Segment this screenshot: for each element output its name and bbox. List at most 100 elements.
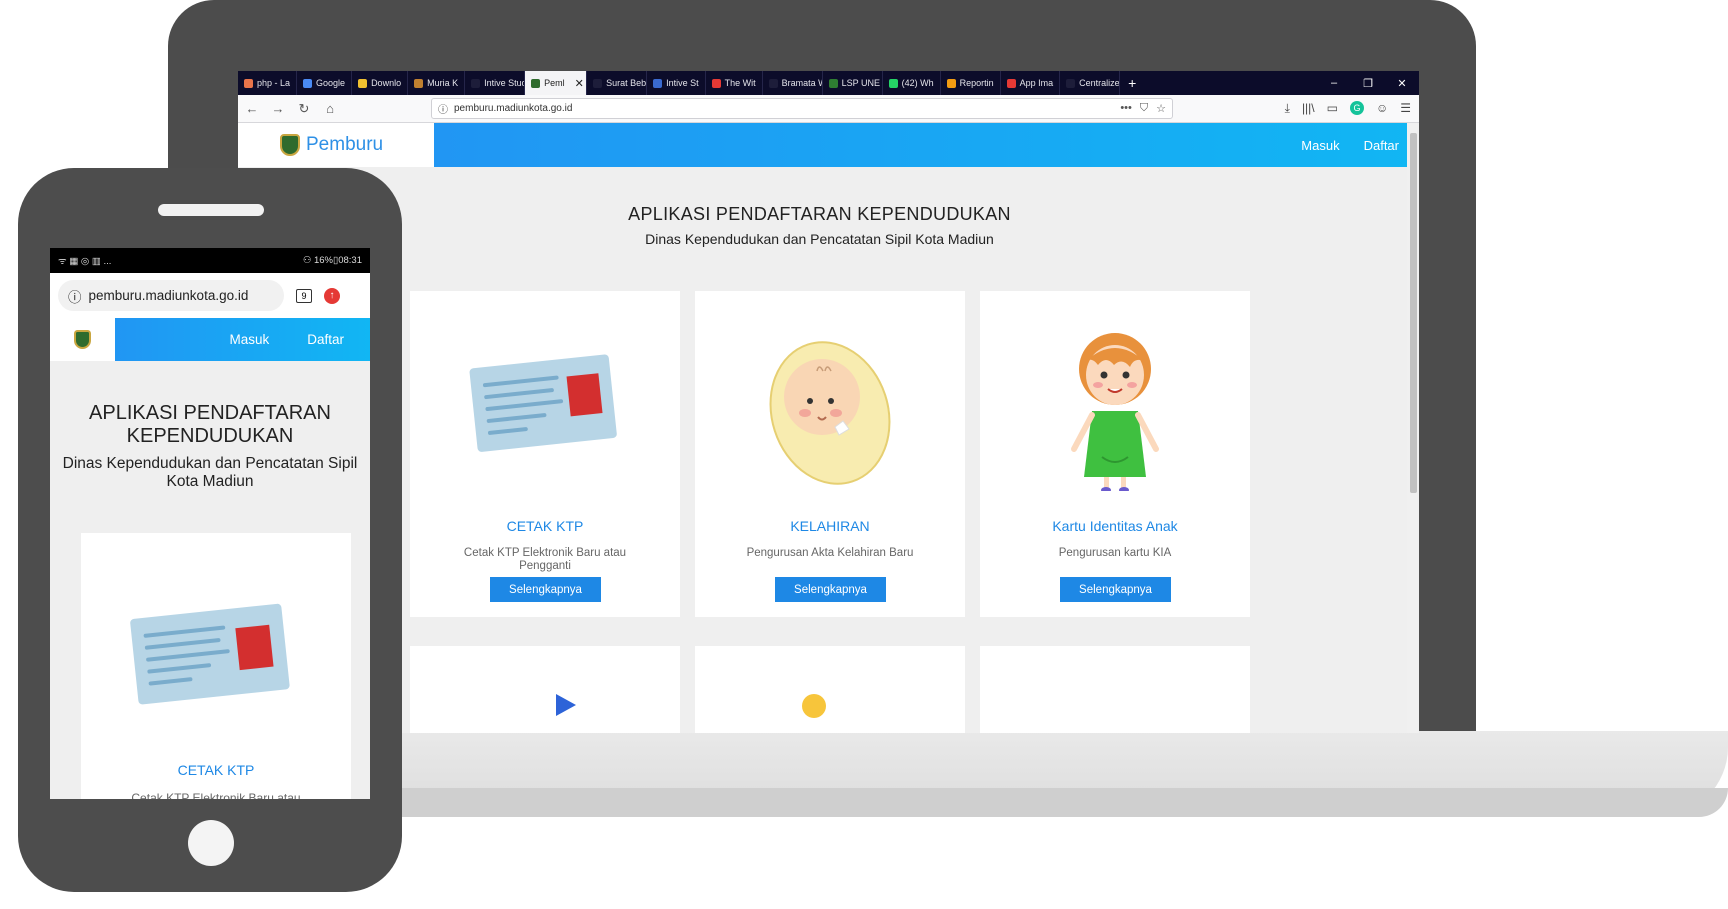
new-tab-button[interactable]: + bbox=[1120, 75, 1144, 91]
card-title: KELAHIRAN bbox=[790, 518, 870, 534]
status-icons-right: ⚇ 16%▯08:31 bbox=[302, 255, 362, 266]
tab-count-button[interactable]: 9 bbox=[296, 288, 312, 303]
phone-home-button[interactable] bbox=[188, 820, 234, 866]
scroll-thumb[interactable] bbox=[1410, 133, 1417, 493]
browser-tab[interactable]: App Ima bbox=[1001, 71, 1061, 95]
tab-favicon-icon bbox=[471, 78, 481, 88]
browser-tab[interactable]: Peml ✕ bbox=[525, 71, 588, 95]
tab-label: The Wit bbox=[724, 78, 756, 88]
tab-label: php - La bbox=[257, 78, 291, 88]
toolbar-icons: ⤓ |||\ ▭ G ☺ ☰ bbox=[1285, 101, 1411, 116]
register-link[interactable]: Daftar bbox=[1364, 138, 1399, 153]
browser-tab[interactable]: Reportin bbox=[941, 71, 1001, 95]
phone-page-subtitle: Dinas Kependudukan dan Pencatatan Sipil … bbox=[62, 455, 358, 490]
tab-favicon-icon bbox=[303, 78, 313, 88]
service-card-birth: KELAHIRAN Pengurusan Akta Kelahiran Baru… bbox=[695, 291, 965, 617]
browser-tab[interactable]: Muria K bbox=[408, 71, 466, 95]
login-link[interactable]: Masuk bbox=[1301, 138, 1339, 153]
phone-url-text: pemburu.madiunkota.go.id bbox=[88, 288, 249, 303]
update-icon[interactable]: ↑ bbox=[324, 287, 340, 304]
tab-label: Muria K bbox=[427, 78, 459, 88]
tab-favicon-icon bbox=[946, 78, 956, 88]
tab-label: Surat Bebas bbox=[606, 78, 647, 88]
card-title: CETAK KTP bbox=[506, 518, 584, 534]
browser-tab[interactable]: Google bbox=[297, 71, 353, 95]
madiun-emblem-icon bbox=[280, 134, 300, 156]
card-title: Kartu Identitas Anak bbox=[1052, 518, 1178, 534]
baby-icon bbox=[769, 341, 891, 485]
browser-tab[interactable]: Bramata Wi bbox=[763, 71, 823, 95]
header-nav: Masuk Daftar bbox=[434, 123, 1419, 167]
card-detail-button[interactable]: Selengkapnya bbox=[490, 577, 601, 602]
reload-icon[interactable]: ↻ bbox=[296, 101, 312, 117]
home-icon[interactable]: ⌂ bbox=[322, 101, 338, 116]
phone-address-bar[interactable]: ⓘ pemburu.madiunkota.go.id bbox=[58, 280, 284, 311]
info-icon[interactable]: ⓘ bbox=[438, 101, 448, 116]
tab-label: Reportin bbox=[959, 78, 994, 88]
restore-button[interactable]: ❐ bbox=[1351, 77, 1385, 90]
tab-favicon-icon bbox=[888, 78, 898, 88]
browser-tab[interactable]: Surat Bebas bbox=[587, 71, 648, 95]
phone-site-logo[interactable] bbox=[50, 318, 115, 361]
site-logo[interactable]: Pemburu bbox=[238, 123, 434, 167]
url-actions: ••• ⛉ ☆ bbox=[1120, 102, 1166, 115]
browser-tab[interactable]: (42) Wh bbox=[883, 71, 941, 95]
browser-tab[interactable]: Intive St bbox=[647, 71, 706, 95]
phone-address-row: ⓘ pemburu.madiunkota.go.id 9 ↑ bbox=[50, 273, 370, 318]
grammarly-icon[interactable]: G bbox=[1349, 101, 1364, 115]
minimize-button[interactable]: – bbox=[1317, 77, 1351, 90]
tab-favicon-icon bbox=[414, 78, 424, 88]
menu-icon[interactable]: ☰ bbox=[1400, 101, 1411, 116]
tab-favicon-icon bbox=[711, 78, 721, 88]
site-brand: Pemburu bbox=[306, 134, 384, 155]
tab-label: Centralize H bbox=[1079, 78, 1120, 88]
child-icon bbox=[1071, 333, 1159, 491]
browser-tab[interactable]: Intive Studio bbox=[465, 71, 526, 95]
phone-page-title: APLIKASI PENDAFTARAN KEPENDUDUKAN bbox=[89, 402, 331, 447]
page-actions-icon[interactable]: ••• bbox=[1120, 102, 1132, 115]
back-icon[interactable]: ← bbox=[244, 101, 260, 116]
browser-tab[interactable]: LSP UNE bbox=[823, 71, 883, 95]
browser-tab-bar: php - La Google Downlo Muria K Intive Studio… bbox=[238, 71, 1419, 95]
browser-nav-bar: ← → ↻ ⌂ ⓘ pemburu.madiunkota.go.id ••• ⛉… bbox=[238, 95, 1419, 123]
page-subtitle: Dinas Kependudukan dan Pencatatan Sipil … bbox=[645, 231, 994, 247]
forward-icon[interactable]: → bbox=[270, 101, 286, 116]
browser-tab[interactable]: Centralize H bbox=[1060, 71, 1121, 95]
browser-tab[interactable]: php - La bbox=[238, 71, 298, 95]
tab-label: Bramata Wi bbox=[781, 78, 822, 88]
page-scrollbar[interactable] bbox=[1407, 123, 1419, 733]
laptop-base-shadow bbox=[180, 788, 1728, 817]
card-description: Pengurusan Akta Kelahiran Baru bbox=[746, 547, 914, 559]
tab-favicon-icon bbox=[244, 78, 253, 88]
page-content: APLIKASI PENDAFTARAN KEPENDUDUKAN Dinas … bbox=[238, 167, 1419, 733]
tab-favicon-icon bbox=[768, 78, 778, 88]
close-window-button[interactable]: ✕ bbox=[1385, 77, 1419, 90]
laptop-screen: php - La Google Downlo Muria K Intive Studio… bbox=[238, 71, 1419, 733]
pocket-icon[interactable]: ⛉ bbox=[1140, 102, 1148, 115]
window-controls: – ❐ ✕ bbox=[1317, 77, 1419, 90]
sidebar-icon[interactable]: ▭ bbox=[1327, 101, 1338, 116]
id-card-icon bbox=[469, 354, 617, 452]
card-detail-button[interactable]: Selengkapnya bbox=[775, 577, 886, 602]
tab-label: Downlo bbox=[371, 78, 402, 88]
play-icon bbox=[556, 694, 576, 716]
browser-tab[interactable]: The Wit bbox=[706, 71, 763, 95]
phone-site-header: Masuk Daftar bbox=[50, 318, 370, 361]
phone-screen: ᯤ ▦ ◎ ▥ ... ⚇ 16%▯08:31 ⓘ pemburu.madiun… bbox=[50, 248, 370, 799]
bookmark-star-icon[interactable]: ☆ bbox=[1156, 102, 1166, 115]
card-detail-button[interactable]: Selengkapnya bbox=[1060, 577, 1171, 602]
login-link[interactable]: Masuk bbox=[229, 332, 269, 347]
phone-frame: ᯤ ▦ ◎ ▥ ... ⚇ 16%▯08:31 ⓘ pemburu.madiun… bbox=[18, 168, 402, 892]
register-link[interactable]: Daftar bbox=[307, 332, 344, 347]
service-card-partial bbox=[410, 646, 680, 733]
info-icon[interactable]: ⓘ bbox=[68, 286, 82, 306]
service-card-partial bbox=[980, 646, 1250, 733]
close-tab-icon[interactable]: ✕ bbox=[575, 77, 584, 90]
card-description: Cetak KTP Elektronik Baru atau bbox=[131, 791, 301, 799]
library-icon[interactable]: |||\ bbox=[1302, 101, 1315, 116]
address-bar[interactable]: ⓘ pemburu.madiunkota.go.id ••• ⛉ ☆ bbox=[431, 98, 1173, 119]
tab-label: Intive Studio bbox=[484, 78, 524, 88]
download-icon[interactable]: ⤓ bbox=[1285, 101, 1290, 116]
account-icon[interactable]: ☺ bbox=[1376, 101, 1388, 116]
browser-tab[interactable]: Downlo bbox=[352, 71, 409, 95]
